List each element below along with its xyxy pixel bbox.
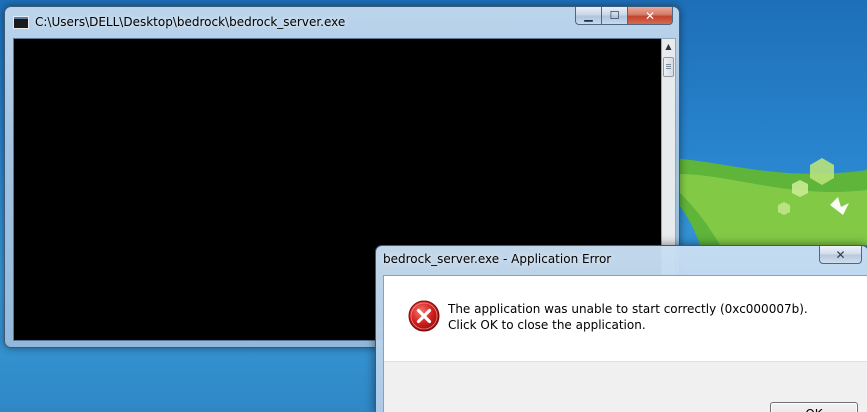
error-icon [408,300,440,332]
close-icon: ✕ [644,8,656,23]
dialog-button-area: OK [384,361,867,412]
console-app-icon [13,16,29,29]
console-window-title: C:\Users\DELL\Desktop\bedrock\bedrock_se… [35,15,346,29]
scroll-up-arrow-icon[interactable]: ▲ [662,39,675,54]
dialog-close-button[interactable]: ✕ [819,246,862,264]
desktop: C:\Users\DELL\Desktop\bedrock\bedrock_se… [0,0,867,412]
scrollbar-thumb[interactable] [663,57,674,77]
dialog-body: The application was unable to start corr… [383,275,867,412]
dialog-message: The application was unable to start corr… [448,302,808,332]
minimize-icon: ▁ [584,9,593,22]
console-minimize-button[interactable]: ▁ [575,7,602,25]
dialog-title: bedrock_server.exe - Application Error [383,252,612,266]
error-dialog: bedrock_server.exe - Application Error ✕ [375,245,867,412]
maximize-icon: ☐ [609,9,620,22]
ok-button[interactable]: OK [770,402,858,412]
dialog-caption-buttons: ✕ [819,246,862,265]
console-close-button[interactable]: ✕ [628,7,673,25]
dialog-message-area: The application was unable to start corr… [384,276,867,361]
close-icon: ✕ [835,247,846,262]
console-maximize-button[interactable]: ☐ [602,7,628,25]
console-caption-buttons: ▁ ☐ ✕ [575,7,673,26]
